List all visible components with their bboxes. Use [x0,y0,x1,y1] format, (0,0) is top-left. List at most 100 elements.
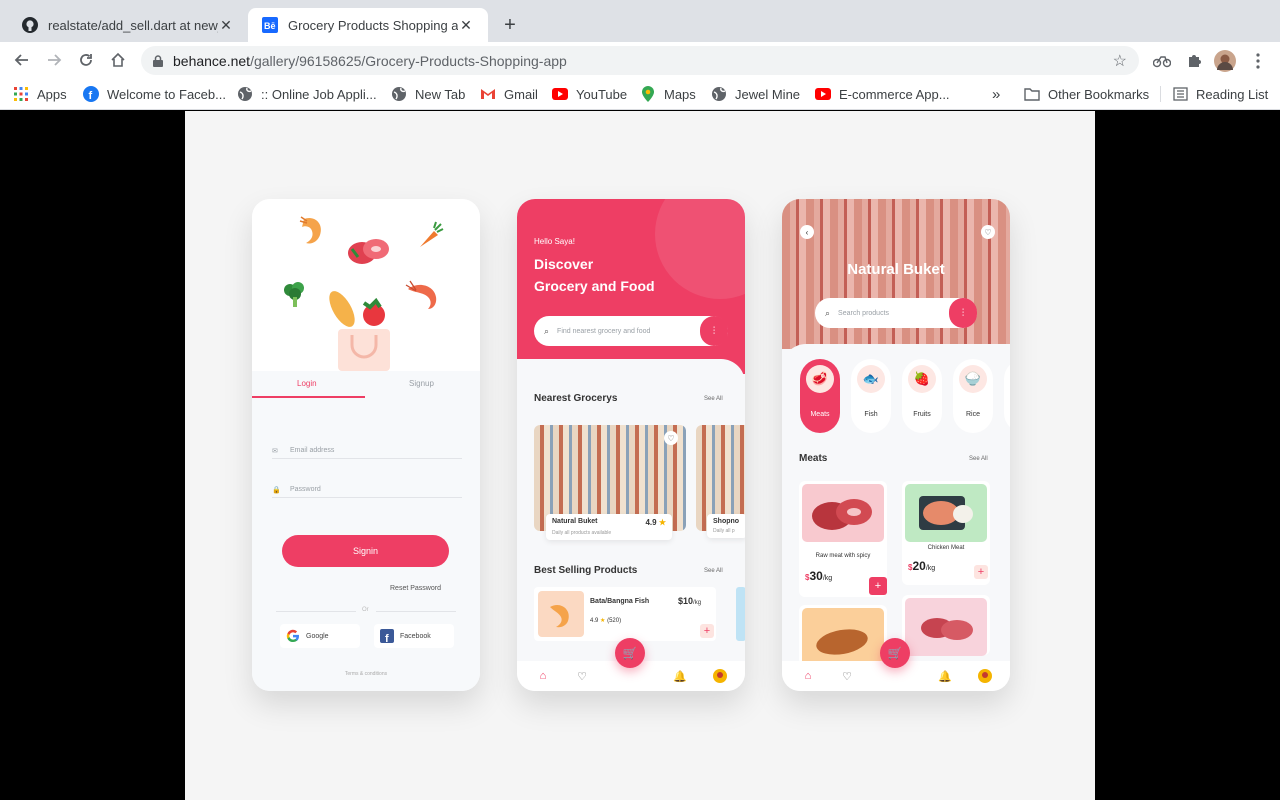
email-field[interactable]: ✉ Email address [272,443,462,459]
star-icon: ★ [600,618,606,624]
close-tab-button[interactable]: ✕ [458,17,474,34]
shopping-bag-icon [328,291,392,376]
store-subtitle: Daily all products available [552,530,612,536]
tab-signup[interactable]: Signup [409,379,434,388]
back-icon[interactable]: ‹ [800,225,814,239]
tab-login[interactable]: Login [297,379,317,388]
tab-behance[interactable]: Bē Grocery Products Shopping ap ✕ [248,8,488,42]
address-bar[interactable]: behance.net/gallery/96158625/Grocery-Pro… [141,46,1139,75]
bookmark-label: E-commerce App... [839,86,950,102]
other-bookmarks[interactable]: Other Bookmarks [1024,84,1149,104]
profile-avatar[interactable] [1214,50,1236,72]
cart-icon[interactable]: 🛒 [880,638,910,668]
fish-icon [538,591,584,637]
bookmark-online-job[interactable]: :: Online Job Appli... [237,84,377,104]
product-name: Chicken Meat [927,545,965,551]
password-field[interactable]: 🔒 Password [272,482,462,498]
home-icon[interactable]: ⌂ [536,669,550,683]
next-product-preview [736,587,745,641]
category-fish[interactable]: 🐟 Fish [851,359,891,433]
home-icon[interactable]: ⌂ [801,669,815,683]
see-all-link[interactable]: See All [704,396,723,402]
new-tab-button[interactable]: + [498,13,522,37]
menu-kebab-icon[interactable] [1247,50,1269,72]
add-to-cart-button[interactable]: + [974,565,988,579]
product-card[interactable] [902,595,990,656]
reload-icon[interactable] [74,48,98,72]
bookmark-star-icon[interactable]: ☆ [1113,51,1127,71]
svg-text:f: f [89,90,93,102]
bookmark-apps[interactable]: Apps [13,84,67,104]
extensions-puzzle-icon[interactable] [1183,50,1205,72]
bell-icon[interactable]: 🔔 [673,669,687,683]
product-search-input[interactable]: ⌕ Search products ⫶ [815,298,977,328]
category-rice[interactable]: 🍚 Rice [953,359,993,433]
bookmark-label: :: Online Job Appli... [261,86,377,102]
product-card[interactable] [799,605,887,666]
see-all-link[interactable]: See All [704,568,723,574]
category-fruits[interactable]: 🍓 Fruits [902,359,942,433]
extension-bike-icon[interactable] [1151,50,1173,72]
home-search-input[interactable]: ⌕ Find nearest grocery and food ⫶ [534,316,728,346]
home-icon[interactable] [106,48,130,72]
heart-icon[interactable]: ♡ [664,431,678,445]
tab-github[interactable]: realstate/add_sell.dart at new_ ✕ [8,8,248,42]
bookmark-label: Other Bookmarks [1048,86,1150,102]
heart-icon[interactable]: ♡ [981,225,995,239]
bookmark-label: Jewel Mine [735,86,801,102]
heart-icon[interactable]: ♡ [575,669,589,683]
bookmark-jewel-mine[interactable]: Jewel Mine [711,84,800,104]
store-card[interactable]: Natural Buket 4.9 ★ Daily all products a… [546,514,672,540]
reading-list-icon [1172,86,1188,102]
url-host: behance.net [173,52,251,69]
rice-icon: 🍚 [959,365,987,393]
add-to-cart-button[interactable]: + [869,577,887,595]
facebook-login-button[interactable]: f Facebook [374,624,454,648]
google-icon [286,629,300,643]
bookmark-gmail[interactable]: Gmail [480,84,538,104]
product-price: $10/kg [678,596,702,606]
product-price: $20/kg [908,559,936,573]
filter-icon[interactable]: ⫶ [949,298,977,328]
globe-icon [711,86,727,102]
reset-password-link[interactable]: Reset Password [390,585,441,592]
filter-icon[interactable]: ⫶ [700,316,728,346]
add-to-cart-button[interactable]: + [700,624,714,638]
bookmarks-bar: Apps f Welcome to Faceb... :: Online Job… [0,78,1280,110]
cart-icon[interactable]: 🛒 [615,638,645,668]
google-login-button[interactable]: Google [280,624,360,648]
product-name: Bata/Bangna Fish [590,598,650,605]
url-path: /gallery/96158625/Grocery-Products-Shopp… [250,52,567,69]
back-icon[interactable] [10,48,34,72]
bookmark-ecommerce[interactable]: E-commerce App... [815,84,950,104]
bookmark-youtube[interactable]: YouTube [552,84,627,104]
svg-text:f: f [385,633,389,643]
bookmarks-overflow-button[interactable]: » [992,84,1000,104]
google-label: Google [306,632,329,640]
home-title-line1: Discover [534,256,594,272]
bell-icon[interactable]: 🔔 [938,669,952,683]
heart-icon[interactable]: ♡ [840,669,854,683]
product-row[interactable]: Bata/Bangna Fish $10/kg 4.9 ★ (520) + [534,587,716,641]
bookmark-maps[interactable]: Maps [640,84,696,104]
category-meats[interactable]: 🥩 Meats [800,359,840,433]
bookmark-label: Gmail [504,86,538,102]
product-card[interactable]: Chicken Meat $20/kg + [902,481,990,585]
reading-list[interactable]: Reading List [1172,84,1268,104]
avatar[interactable] [713,669,727,683]
or-label: Or [362,607,369,613]
see-all-link[interactable]: See All [969,456,988,462]
facebook-icon: f [380,629,394,643]
bookmark-facebook[interactable]: f Welcome to Faceb... [83,84,226,104]
terms-link[interactable]: Terms & conditions [252,671,480,677]
close-tab-button[interactable]: ✕ [218,17,234,34]
product-card[interactable]: Raw meat with spicy $30/kg + [799,481,887,597]
forward-icon[interactable] [42,48,66,72]
apps-grid-icon [13,86,29,102]
bookmark-label: Apps [37,86,67,102]
signin-button[interactable]: Signin [282,535,449,567]
store-card[interactable]: Shopno Daily all p [707,514,745,538]
bookmark-new-tab[interactable]: New Tab [391,84,465,104]
avatar[interactable] [978,669,992,683]
mail-icon: ✉ [272,447,278,455]
